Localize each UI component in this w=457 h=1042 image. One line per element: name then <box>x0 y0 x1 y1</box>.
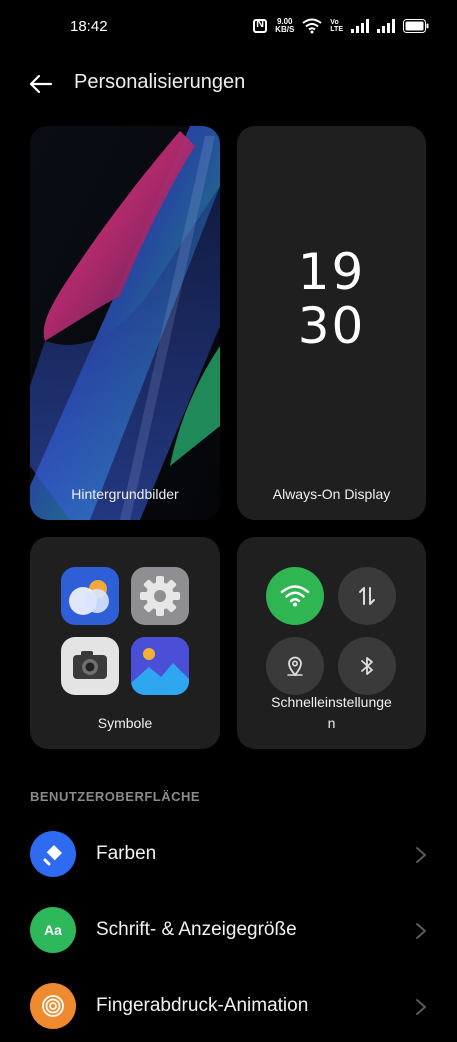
signal-icon-sim1 <box>351 19 369 33</box>
aod-label: Always-On Display <box>272 486 391 502</box>
location-icon <box>287 656 303 677</box>
list-item-colors[interactable]: Farben <box>0 820 457 890</box>
chevron-right-icon <box>416 847 426 863</box>
aod-clock-minute: 30 <box>297 297 366 355</box>
qs-location-toggle <box>266 637 324 695</box>
paint-bucket-icon <box>30 831 76 877</box>
aod-card[interactable]: 19 30 Always-On Display <box>237 126 426 520</box>
list-item-fingerprint-animation[interactable]: Fingerabdruck-Animation <box>0 972 457 1042</box>
icons-card[interactable]: Symbole <box>30 537 220 749</box>
aod-clock-hour: 19 <box>297 243 366 301</box>
chevron-right-icon <box>416 923 426 939</box>
status-bar: 18:42 9.00 KB/S Vo LTE <box>0 0 457 54</box>
quick-settings-label-line2: n <box>327 715 336 731</box>
wifi-icon <box>302 18 322 34</box>
fingerprint-icon <box>30 983 76 1029</box>
qs-bluetooth-toggle <box>338 637 396 695</box>
list-item-label: Fingerabdruck-Animation <box>96 995 309 1016</box>
back-button[interactable] <box>26 69 56 99</box>
qs-wifi-toggle <box>266 567 324 625</box>
font-size-icon-text: Aa <box>44 922 62 938</box>
status-time: 18:42 <box>70 18 108 35</box>
list-item-label: Farben <box>96 843 157 864</box>
network-speed-unit: KB/S <box>275 25 295 34</box>
font-size-icon: Aa <box>30 907 76 953</box>
volte-bottom: LTE <box>330 26 343 33</box>
icons-label: Symbole <box>97 715 153 731</box>
section-title: BENUTZEROBERFLÄCHE <box>30 789 201 804</box>
qs-mobile-data-toggle <box>338 567 396 625</box>
chevron-right-icon <box>416 999 426 1015</box>
status-icons: 9.00 KB/S Vo LTE <box>253 15 429 37</box>
wifi-icon <box>280 585 310 607</box>
bluetooth-icon <box>361 657 373 675</box>
page-title: Personalisierungen <box>74 71 246 93</box>
gallery-app-icon <box>131 637 189 695</box>
camera-app-icon <box>61 637 119 695</box>
list-item-label: Schrift- & Anzeigegröße <box>96 919 297 940</box>
weather-app-icon <box>61 567 119 625</box>
back-arrow-icon <box>29 74 53 94</box>
settings-app-icon <box>131 567 189 625</box>
quick-settings-label-line1: Schnelleinstellunge <box>271 694 392 710</box>
header: Personalisierungen <box>0 60 457 106</box>
quick-settings-card[interactable]: Schnelleinstellunge n <box>237 537 426 749</box>
data-arrows-icon <box>359 587 375 605</box>
network-speed: 9.00 KB/S <box>275 18 294 34</box>
wallpaper-label: Hintergrundbilder <box>71 486 179 502</box>
battery-icon <box>403 19 429 33</box>
signal-icon-sim2 <box>377 19 395 33</box>
nfc-icon <box>253 18 268 33</box>
wallpaper-card[interactable]: Hintergrundbilder <box>30 126 220 520</box>
wallpaper-preview <box>30 126 220 520</box>
list-item-font-size[interactable]: Aa Schrift- & Anzeigegröße <box>0 896 457 966</box>
volte-top: Vo <box>330 19 339 26</box>
volte-indicator: Vo LTE <box>330 19 343 33</box>
